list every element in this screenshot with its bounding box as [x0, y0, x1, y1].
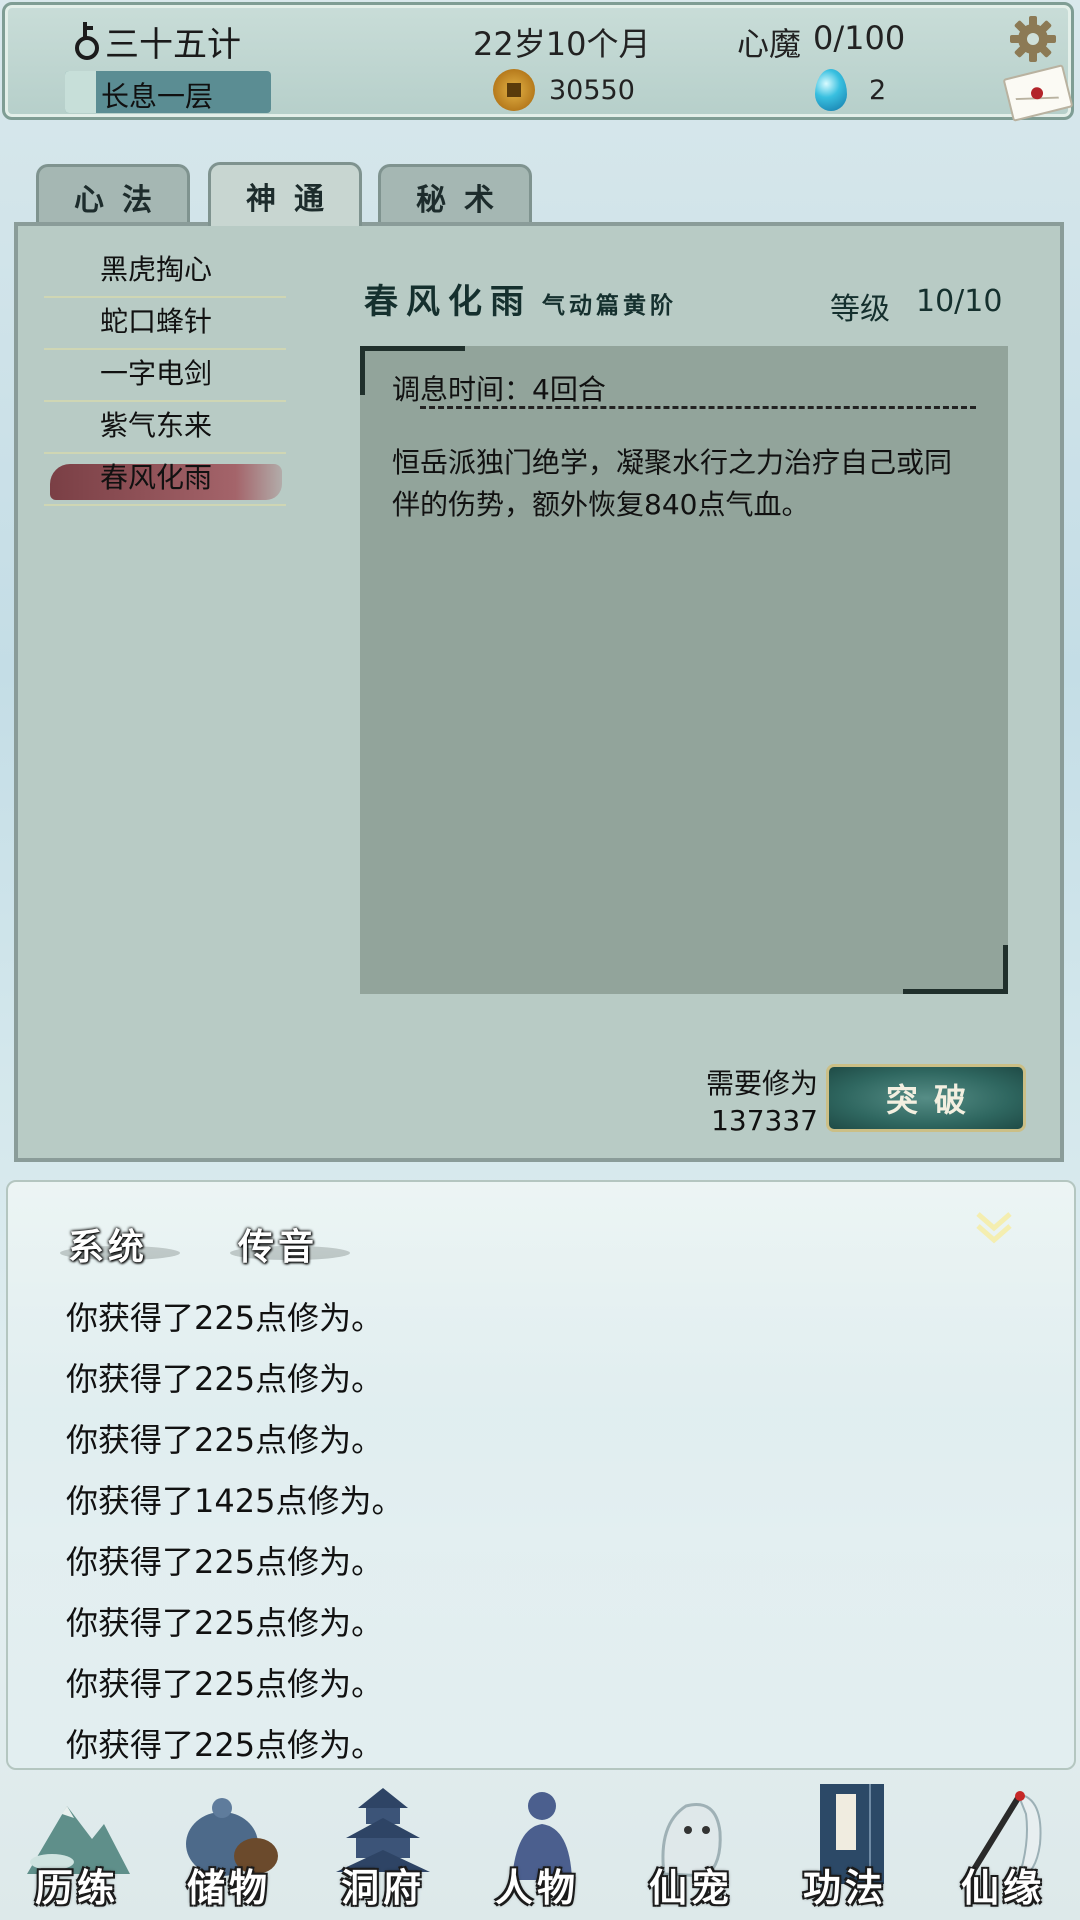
- log-line: 你获得了225点修为。: [66, 1665, 384, 1703]
- skill-item-label: 紫气东来: [100, 409, 213, 442]
- skill-subtitle: 气动篇黄阶: [542, 292, 677, 319]
- cooldown-text: 调息时间：4回合: [392, 373, 606, 406]
- nav-xianyuan[interactable]: 仙缘: [928, 1770, 1078, 1920]
- realm-label: 长息一层: [101, 80, 214, 113]
- skill-item-heihu[interactable]: 黑虎掏心: [44, 246, 286, 298]
- skill-description-box: 调息时间：4回合 恒岳派独门绝学，凝聚水行之力治疗自己或同伴的伤势，额外恢复84…: [360, 346, 1008, 994]
- skill-title: 春风化雨 气动篇黄阶: [364, 274, 677, 323]
- nav-label: 洞府: [340, 1865, 425, 1910]
- level-value: 10/10: [916, 284, 1003, 319]
- log-line: 你获得了225点修为。: [66, 1543, 384, 1581]
- skill-item-label: 蛇口蜂针: [100, 305, 213, 338]
- nav-label: 功法: [802, 1865, 887, 1910]
- nav-gongfa[interactable]: 功法: [770, 1770, 920, 1920]
- bottom-nav: 历练 储物 洞府 人物 仙宠 功法 仙缘: [0, 1770, 1080, 1920]
- skill-item-ziqi[interactable]: 紫气东来: [44, 402, 286, 454]
- mail-icon[interactable]: [1002, 64, 1074, 122]
- skill-item-chunfeng[interactable]: 春风化雨: [44, 454, 286, 506]
- log-lines: 你获得了225点修为。 你获得了225点修为。 你获得了225点修为。 你获得了…: [66, 1288, 403, 1776]
- skill-item-yizi[interactable]: 一字电剑: [44, 350, 286, 402]
- skill-level: 等级 10/10: [830, 284, 1002, 328]
- heart-demon-value: 0/100: [813, 19, 906, 57]
- log-line: 你获得了225点修为。: [66, 1604, 384, 1642]
- heart-demon-counter: 心魔 0/100: [737, 19, 905, 65]
- log-tabs: 系统 传音: [59, 1218, 351, 1270]
- nav-xianchong[interactable]: 仙宠: [616, 1770, 766, 1920]
- level-label: 等级: [830, 292, 890, 327]
- nav-label: 历练: [34, 1865, 119, 1910]
- skill-item-label: 黑虎掏心: [100, 253, 213, 286]
- nav-label: 仙宠: [648, 1865, 733, 1910]
- coin-icon: [493, 69, 535, 111]
- log-line: 你获得了225点修为。: [66, 1299, 384, 1337]
- corner-ornament: [903, 945, 1008, 994]
- tab-shentong[interactable]: 神通: [208, 162, 362, 226]
- tab-xinfa[interactable]: 心法: [36, 164, 190, 226]
- nav-label: 储物: [186, 1865, 271, 1910]
- tab-whisper[interactable]: 传音: [230, 1218, 351, 1270]
- nav-label: 仙缘: [960, 1865, 1045, 1910]
- log-line: 你获得了225点修为。: [66, 1360, 384, 1398]
- coin-counter: 30550: [493, 69, 635, 111]
- nav-dongfu[interactable]: 洞府: [308, 1770, 458, 1920]
- log-line: 你获得了1425点修为。: [66, 1482, 404, 1520]
- breakthrough-button[interactable]: 突破: [826, 1064, 1026, 1132]
- nav-chuwu[interactable]: 储物: [154, 1770, 304, 1920]
- skill-panel: 黑虎掏心 蛇口蜂针 一字电剑 紫气东来 春风化雨 春风化雨 气动篇黄阶 等级 1…: [14, 222, 1064, 1162]
- log-line: 你获得了225点修为。: [66, 1726, 384, 1764]
- key-icon: [73, 21, 99, 62]
- log-line: 你获得了225点修为。: [66, 1421, 384, 1459]
- status-bar: 三十五计 长息一层 22岁10个月 30550 心魔 0/100 2: [2, 2, 1074, 122]
- required-cultivation-label: 需要修为: [705, 1067, 818, 1100]
- player-name-group[interactable]: 三十五计: [73, 17, 241, 66]
- gear-icon[interactable]: [1009, 15, 1057, 63]
- realm-progress-bar: 长息一层: [65, 71, 271, 113]
- tab-mishu[interactable]: 秘术: [378, 164, 532, 226]
- nav-lilian[interactable]: 历练: [2, 1770, 152, 1920]
- nav-label: 人物: [494, 1865, 579, 1910]
- skill-list: 黑虎掏心 蛇口蜂针 一字电剑 紫气东来 春风化雨: [44, 246, 286, 506]
- tab-system[interactable]: 系统: [59, 1218, 181, 1270]
- divider: [420, 406, 976, 409]
- age-text: 22岁10个月: [473, 25, 651, 63]
- gem-counter: 2: [815, 69, 886, 111]
- message-log: 系统 传音 你获得了225点修为。 你获得了225点修为。 你获得了225点修为…: [6, 1180, 1076, 1770]
- gem-value: 2: [869, 74, 887, 106]
- skill-item-shekou[interactable]: 蛇口蜂针: [44, 298, 286, 350]
- chevron-down-icon[interactable]: [974, 1208, 1014, 1248]
- player-name: 三十五计: [105, 25, 241, 65]
- skill-description: 恒岳派独门绝学，凝聚水行之力治疗自己或同伴的伤势，额外恢复840点气血。: [392, 446, 953, 521]
- coin-value: 30550: [549, 74, 635, 106]
- spirit-gem-icon: [815, 69, 847, 111]
- skill-item-label: 一字电剑: [100, 357, 213, 390]
- skill-name: 春风化雨: [364, 282, 532, 322]
- nav-renwu[interactable]: 人物: [462, 1770, 612, 1920]
- heart-demon-label: 心魔: [737, 25, 802, 63]
- required-cultivation-value: 137337: [711, 1104, 818, 1137]
- skill-item-label: 春风化雨: [100, 461, 213, 494]
